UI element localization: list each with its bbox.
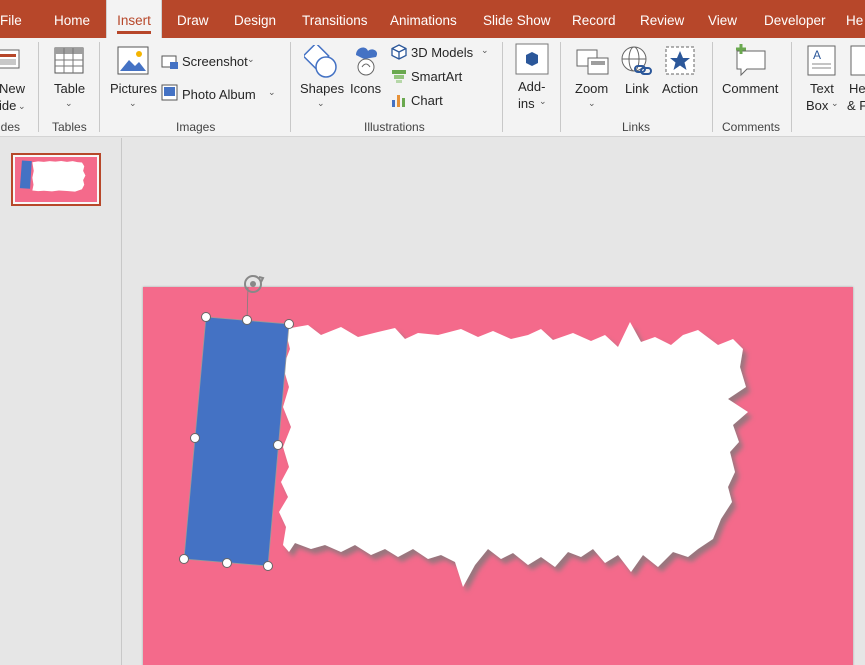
addins-icon	[515, 43, 549, 75]
slide-thumbnail-art	[19, 160, 86, 192]
resize-handle-middle-right[interactable]	[273, 440, 283, 450]
3d-models-label: 3D Models	[411, 45, 474, 60]
chart-label: Chart	[411, 93, 443, 108]
shapes-label: Shapes	[300, 81, 345, 96]
resize-handle-top-center[interactable]	[242, 315, 252, 325]
chevron-down-icon: ⌄	[539, 96, 547, 106]
chevron-down-icon: ⌄	[588, 98, 596, 108]
svg-text:A: A	[813, 48, 821, 62]
resize-handle-middle-left[interactable]	[190, 433, 200, 443]
tab-insert[interactable]: Insert	[106, 0, 162, 40]
chevron-down-icon: ⌄	[481, 45, 489, 55]
slide-thumbnail-pane	[0, 138, 122, 665]
tab-animations[interactable]: Animations	[390, 0, 457, 38]
new-slide-icon	[0, 49, 20, 69]
smartart-icon	[392, 70, 406, 83]
chevron-down-icon: ⌄	[317, 98, 325, 108]
shapes-icon	[304, 45, 337, 78]
new-slide-label-1: New	[0, 81, 26, 96]
smartart-label: SmartArt	[411, 69, 463, 84]
group-divider	[99, 42, 100, 132]
tab-draw[interactable]: Draw	[177, 0, 209, 38]
chevron-down-icon: ⌄	[18, 101, 26, 111]
tab-view[interactable]: View	[708, 0, 737, 38]
tab-design[interactable]: Design	[234, 0, 276, 38]
tab-home[interactable]: Home	[54, 0, 90, 38]
group-label-illustrations: Illustrations	[364, 120, 425, 134]
new-slide-label-2: ide	[0, 98, 17, 113]
icons-icon	[356, 47, 378, 76]
rotate-handle-icon[interactable]	[244, 275, 265, 293]
resize-handle-top-left[interactable]	[201, 312, 211, 322]
group-label-comments: Comments	[722, 120, 781, 134]
ribbon-tab-bar: File Home Insert Draw Design Transitions…	[0, 0, 865, 40]
group-label-links: Links	[622, 120, 651, 134]
comment-label: Comment	[722, 81, 779, 96]
group-label-images: Images	[176, 120, 216, 134]
action-label: Action	[662, 81, 699, 96]
screenshot-icon	[161, 55, 178, 69]
textbox-label-2: Box	[806, 98, 829, 113]
textbox-icon: A	[807, 45, 836, 76]
textbox-label-1: Text	[810, 81, 834, 96]
chevron-down-icon: ⌄	[268, 87, 276, 97]
chevron-down-icon: ⌄	[831, 98, 839, 108]
ribbon-insert: New ide ⌄ ides Table ⌄ Tables Pictures ⌄…	[0, 38, 865, 137]
powerpoint-window: File Home Insert Draw Design Transitions…	[0, 0, 865, 665]
group-label-tables: Tables	[52, 120, 87, 134]
pictures-label: Pictures	[110, 81, 157, 96]
photo-album-icon	[161, 84, 178, 101]
group-divider	[560, 42, 561, 132]
group-label-slides: ides	[0, 120, 21, 134]
zoom-icon	[576, 49, 609, 75]
tab-file[interactable]: File	[0, 0, 22, 38]
resize-handle-bottom-center[interactable]	[222, 558, 232, 568]
tab-record[interactable]: Record	[572, 0, 616, 38]
header-footer-icon	[850, 45, 865, 76]
table-icon	[54, 47, 84, 74]
group-divider	[502, 42, 503, 132]
slide-thumbnail-1[interactable]	[11, 153, 101, 206]
resize-handle-bottom-left[interactable]	[179, 554, 189, 564]
group-divider	[791, 42, 792, 132]
chevron-down-icon: ⌄	[247, 54, 255, 64]
tab-transitions[interactable]: Transitions	[302, 0, 368, 38]
tab-slide-show[interactable]: Slide Show	[483, 0, 551, 38]
group-divider	[712, 42, 713, 132]
3d-models-icon	[391, 44, 407, 60]
tab-review[interactable]: Review	[640, 0, 684, 38]
slide-editing-canvas	[123, 138, 865, 665]
tab-help[interactable]: He	[846, 0, 863, 38]
addins-label-2: ins	[518, 96, 535, 111]
zoom-label: Zoom	[575, 81, 609, 96]
screenshot-label: Screenshot	[182, 54, 248, 69]
group-divider	[38, 42, 39, 132]
resize-handle-bottom-right[interactable]	[263, 561, 273, 571]
chevron-down-icon: ⌄	[65, 98, 73, 108]
action-icon	[665, 46, 695, 75]
comment-icon	[736, 44, 766, 77]
resize-handle-top-right[interactable]	[284, 319, 294, 329]
link-icon	[621, 46, 652, 75]
addins-label-1: Add-	[518, 79, 546, 94]
icons-label: Icons	[350, 81, 382, 96]
header-footer-label-2: & F	[847, 98, 865, 113]
selection-overlay	[179, 275, 294, 571]
photo-album-label: Photo Album	[182, 87, 256, 102]
header-footer-label-1: He	[849, 81, 865, 96]
chevron-down-icon: ⌄	[129, 98, 137, 108]
slide-thumbnail-preview	[15, 157, 97, 202]
table-label: Table	[54, 81, 86, 96]
group-divider	[290, 42, 291, 132]
tab-developer[interactable]: Developer	[764, 0, 826, 38]
chart-icon	[392, 95, 405, 107]
link-label: Link	[625, 81, 649, 96]
pictures-icon	[117, 46, 149, 75]
